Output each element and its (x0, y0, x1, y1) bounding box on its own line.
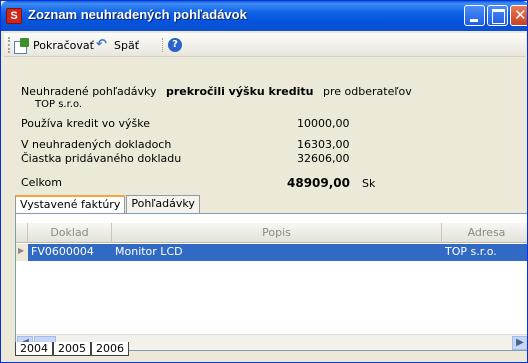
row-indicator-icon (16, 244, 28, 261)
cell-adresa[interactable]: TOP s.r.o. (442, 244, 527, 261)
undo-icon: ↶ (96, 37, 107, 52)
unpaid-label: V neuhradených dokladoch (21, 138, 172, 151)
continue-label: Pokračovať (33, 38, 94, 52)
customer-name: TOP s.r.o. (35, 99, 83, 110)
toolbar-grip[interactable] (8, 37, 11, 53)
cell-doklad[interactable]: FV0600004 (28, 244, 112, 261)
close-button[interactable] (510, 5, 527, 26)
continue-icon (14, 37, 30, 54)
info-bold-text: prekročili výšku kreditu (165, 85, 314, 98)
minimize-button[interactable] (464, 5, 485, 26)
maximize-button[interactable] (487, 5, 508, 26)
documents-grid: Doklad Popis Adresa FV0600004 Monitor LC… (15, 213, 527, 351)
title-bar[interactable]: S Zoznam neuhradených pohľadávok (1, 1, 527, 31)
info-prefix: Neuhradené pohľadávky (21, 85, 157, 98)
info-suffix: pre odberateľov (323, 85, 412, 98)
total-label: Celkom (21, 176, 62, 189)
header-indicator (16, 223, 28, 243)
help-button[interactable]: ? (168, 36, 182, 54)
year-tabs: 2004 2005 2006 (15, 342, 527, 358)
currency-label: Sk (362, 177, 376, 190)
document-tabs: Vystavené faktúry Pohľadávky (15, 195, 201, 214)
app-icon: S (6, 8, 22, 24)
credit-label: Používa kredit vo výške (21, 117, 151, 130)
tab-issued-invoices[interactable]: Vystavené faktúry (15, 195, 126, 214)
tab-year-2004[interactable]: 2004 (15, 342, 53, 356)
continue-button[interactable]: Pokračovať (14, 36, 94, 54)
column-header-adresa[interactable]: Adresa (442, 223, 527, 243)
total-value: 48909,00 (287, 176, 351, 190)
unpaid-value: 16303,00 (297, 138, 350, 151)
main-window: S Zoznam neuhradených pohľadávok Pokračo… (0, 0, 528, 363)
grid-header: Doklad Popis Adresa (16, 223, 527, 243)
credit-value: 10000,00 (297, 117, 350, 130)
added-value: 32606,00 (297, 152, 350, 165)
help-icon: ? (168, 38, 182, 52)
back-button[interactable]: ↶ Späť (96, 36, 139, 54)
column-header-popis[interactable]: Popis (112, 223, 442, 243)
tab-year-2006[interactable]: 2006 (91, 342, 129, 356)
info-line-1: Neuhradené pohľadávky prekročili výšku k… (21, 85, 412, 98)
tab-year-2005[interactable]: 2005 (53, 342, 91, 356)
window-title: Zoznam neuhradených pohľadávok (28, 7, 247, 22)
toolbar-separator (162, 38, 163, 52)
added-label: Čiastka pridávaného dokladu (21, 152, 182, 165)
table-row[interactable]: FV0600004 Monitor LCD TOP s.r.o. (16, 244, 527, 261)
back-label: Späť (114, 38, 140, 52)
tab-receivables[interactable]: Pohľadávky (126, 195, 200, 213)
toolbar: Pokračovať ↶ Späť ? (4, 33, 526, 57)
cell-popis[interactable]: Monitor LCD (112, 244, 442, 261)
column-header-doklad[interactable]: Doklad (28, 223, 112, 243)
